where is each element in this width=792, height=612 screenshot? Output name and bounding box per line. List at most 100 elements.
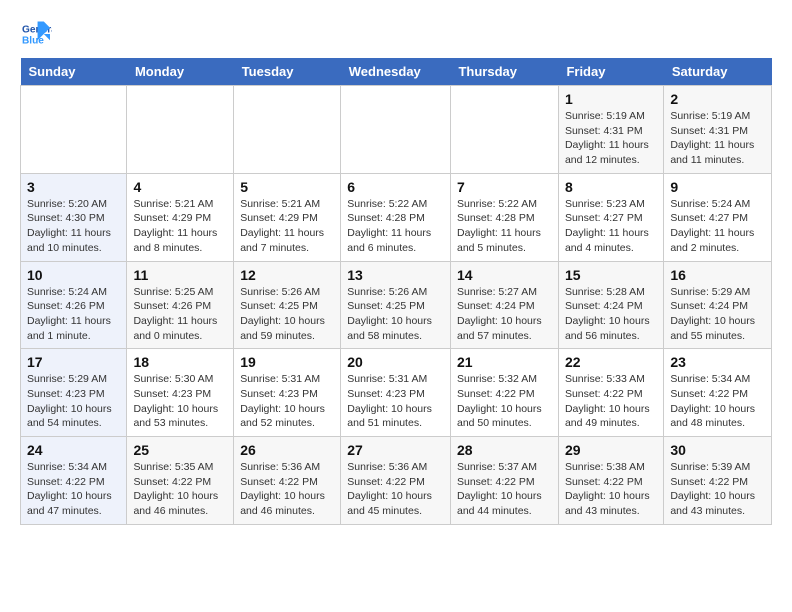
day-number: 29	[565, 442, 657, 458]
week-row-4: 17 Sunrise: 5:29 AM Sunset: 4:23 PM Dayli…	[21, 349, 772, 437]
day-cell: 6 Sunrise: 5:22 AM Sunset: 4:28 PM Daylig…	[341, 173, 451, 261]
day-cell: 5 Sunrise: 5:21 AM Sunset: 4:29 PM Daylig…	[234, 173, 341, 261]
day-cell	[450, 86, 558, 174]
day-cell: 11 Sunrise: 5:25 AM Sunset: 4:26 PM Dayli…	[127, 261, 234, 349]
day-number: 16	[670, 267, 765, 283]
day-info: Sunrise: 5:20 AM Sunset: 4:30 PM Dayligh…	[27, 197, 120, 256]
day-number: 23	[670, 354, 765, 370]
day-cell: 4Sunrise: 5:21 AM Sunset: 4:29 PM Daylig…	[127, 173, 234, 261]
day-cell: 8 Sunrise: 5:23 AM Sunset: 4:27 PM Daylig…	[558, 173, 663, 261]
day-number: 21	[457, 354, 552, 370]
day-number: 5	[240, 179, 334, 195]
calendar-table: SundayMondayTuesdayWednesdayThursdayFrid…	[20, 58, 772, 525]
day-cell: 26 Sunrise: 5:36 AM Sunset: 4:22 PM Dayli…	[234, 437, 341, 525]
day-number: 13	[347, 267, 444, 283]
day-cell: 1 Sunrise: 5:19 AM Sunset: 4:31 PM Daylig…	[558, 86, 663, 174]
day-cell: 13 Sunrise: 5:26 AM Sunset: 4:25 PM Dayli…	[341, 261, 451, 349]
day-number: 25	[133, 442, 227, 458]
week-row-2: 3 Sunrise: 5:20 AM Sunset: 4:30 PM Daylig…	[21, 173, 772, 261]
day-cell	[21, 86, 127, 174]
week-row-5: 24Sunrise: 5:34 AM Sunset: 4:22 PM Dayli…	[21, 437, 772, 525]
weekday-wednesday: Wednesday	[341, 58, 451, 86]
day-cell: 3 Sunrise: 5:20 AM Sunset: 4:30 PM Daylig…	[21, 173, 127, 261]
day-info: Sunrise: 5:21 AM Sunset: 4:29 PM Dayligh…	[240, 197, 334, 256]
day-cell	[127, 86, 234, 174]
day-number: 20	[347, 354, 444, 370]
header: General Blue	[20, 20, 772, 48]
day-cell: 2Sunrise: 5:19 AM Sunset: 4:31 PM Daylig…	[664, 86, 772, 174]
day-cell	[341, 86, 451, 174]
day-cell: 9 Sunrise: 5:24 AM Sunset: 4:27 PM Daylig…	[664, 173, 772, 261]
weekday-monday: Monday	[127, 58, 234, 86]
day-number: 26	[240, 442, 334, 458]
day-number: 17	[27, 354, 120, 370]
day-info: Sunrise: 5:31 AM Sunset: 4:23 PM Dayligh…	[347, 372, 444, 431]
day-cell: 30 Sunrise: 5:39 AM Sunset: 4:22 PM Dayli…	[664, 437, 772, 525]
day-info: Sunrise: 5:24 AM Sunset: 4:26 PM Dayligh…	[27, 285, 120, 344]
day-info: Sunrise: 5:35 AM Sunset: 4:22 PM Dayligh…	[133, 460, 227, 519]
logo-icon: General Blue	[20, 20, 52, 48]
day-cell: 24Sunrise: 5:34 AM Sunset: 4:22 PM Dayli…	[21, 437, 127, 525]
day-info: Sunrise: 5:19 AM Sunset: 4:31 PM Dayligh…	[565, 109, 657, 168]
day-info: Sunrise: 5:37 AM Sunset: 4:22 PM Dayligh…	[457, 460, 552, 519]
day-number: 4	[133, 179, 227, 195]
day-info: Sunrise: 5:22 AM Sunset: 4:28 PM Dayligh…	[347, 197, 444, 256]
calendar-page: General Blue SundayMondayTuesdayWednesda…	[0, 0, 792, 535]
day-info: Sunrise: 5:31 AM Sunset: 4:23 PM Dayligh…	[240, 372, 334, 431]
weekday-saturday: Saturday	[664, 58, 772, 86]
day-cell: 27 Sunrise: 5:36 AM Sunset: 4:22 PM Dayli…	[341, 437, 451, 525]
day-cell: 29 Sunrise: 5:38 AM Sunset: 4:22 PM Dayli…	[558, 437, 663, 525]
day-info: Sunrise: 5:27 AM Sunset: 4:24 PM Dayligh…	[457, 285, 552, 344]
weekday-header-row: SundayMondayTuesdayWednesdayThursdayFrid…	[21, 58, 772, 86]
logo: General Blue	[20, 20, 56, 48]
day-cell: 17 Sunrise: 5:29 AM Sunset: 4:23 PM Dayli…	[21, 349, 127, 437]
day-cell	[234, 86, 341, 174]
day-cell: 28 Sunrise: 5:37 AM Sunset: 4:22 PM Dayli…	[450, 437, 558, 525]
day-number: 15	[565, 267, 657, 283]
day-number: 9	[670, 179, 765, 195]
day-cell: 7 Sunrise: 5:22 AM Sunset: 4:28 PM Daylig…	[450, 173, 558, 261]
day-info: Sunrise: 5:24 AM Sunset: 4:27 PM Dayligh…	[670, 197, 765, 256]
day-number: 28	[457, 442, 552, 458]
weekday-friday: Friday	[558, 58, 663, 86]
week-row-1: 1 Sunrise: 5:19 AM Sunset: 4:31 PM Daylig…	[21, 86, 772, 174]
day-number: 18	[133, 354, 227, 370]
day-info: Sunrise: 5:29 AM Sunset: 4:24 PM Dayligh…	[670, 285, 765, 344]
day-number: 11	[133, 267, 227, 283]
svg-text:Blue: Blue	[22, 35, 44, 46]
day-info: Sunrise: 5:22 AM Sunset: 4:28 PM Dayligh…	[457, 197, 552, 256]
day-number: 1	[565, 91, 657, 107]
day-info: Sunrise: 5:26 AM Sunset: 4:25 PM Dayligh…	[347, 285, 444, 344]
day-number: 30	[670, 442, 765, 458]
day-number: 27	[347, 442, 444, 458]
calendar-body: 1 Sunrise: 5:19 AM Sunset: 4:31 PM Daylig…	[21, 86, 772, 525]
day-info: Sunrise: 5:30 AM Sunset: 4:23 PM Dayligh…	[133, 372, 227, 431]
day-info: Sunrise: 5:39 AM Sunset: 4:22 PM Dayligh…	[670, 460, 765, 519]
day-info: Sunrise: 5:25 AM Sunset: 4:26 PM Dayligh…	[133, 285, 227, 344]
day-cell: 19Sunrise: 5:31 AM Sunset: 4:23 PM Dayli…	[234, 349, 341, 437]
day-info: Sunrise: 5:32 AM Sunset: 4:22 PM Dayligh…	[457, 372, 552, 431]
day-number: 7	[457, 179, 552, 195]
day-number: 8	[565, 179, 657, 195]
day-cell: 14Sunrise: 5:27 AM Sunset: 4:24 PM Dayli…	[450, 261, 558, 349]
day-cell: 21 Sunrise: 5:32 AM Sunset: 4:22 PM Dayli…	[450, 349, 558, 437]
day-info: Sunrise: 5:38 AM Sunset: 4:22 PM Dayligh…	[565, 460, 657, 519]
day-cell: 16 Sunrise: 5:29 AM Sunset: 4:24 PM Dayli…	[664, 261, 772, 349]
day-info: Sunrise: 5:26 AM Sunset: 4:25 PM Dayligh…	[240, 285, 334, 344]
day-info: Sunrise: 5:36 AM Sunset: 4:22 PM Dayligh…	[347, 460, 444, 519]
day-info: Sunrise: 5:36 AM Sunset: 4:22 PM Dayligh…	[240, 460, 334, 519]
day-number: 3	[27, 179, 120, 195]
day-info: Sunrise: 5:29 AM Sunset: 4:23 PM Dayligh…	[27, 372, 120, 431]
week-row-3: 10Sunrise: 5:24 AM Sunset: 4:26 PM Dayli…	[21, 261, 772, 349]
day-info: Sunrise: 5:19 AM Sunset: 4:31 PM Dayligh…	[670, 109, 765, 168]
weekday-thursday: Thursday	[450, 58, 558, 86]
day-cell: 25 Sunrise: 5:35 AM Sunset: 4:22 PM Dayli…	[127, 437, 234, 525]
day-cell: 10Sunrise: 5:24 AM Sunset: 4:26 PM Dayli…	[21, 261, 127, 349]
day-number: 6	[347, 179, 444, 195]
day-cell: 18 Sunrise: 5:30 AM Sunset: 4:23 PM Dayli…	[127, 349, 234, 437]
day-info: Sunrise: 5:23 AM Sunset: 4:27 PM Dayligh…	[565, 197, 657, 256]
day-info: Sunrise: 5:28 AM Sunset: 4:24 PM Dayligh…	[565, 285, 657, 344]
day-cell: 20 Sunrise: 5:31 AM Sunset: 4:23 PM Dayli…	[341, 349, 451, 437]
day-cell: 15 Sunrise: 5:28 AM Sunset: 4:24 PM Dayli…	[558, 261, 663, 349]
day-info: Sunrise: 5:34 AM Sunset: 4:22 PM Dayligh…	[670, 372, 765, 431]
